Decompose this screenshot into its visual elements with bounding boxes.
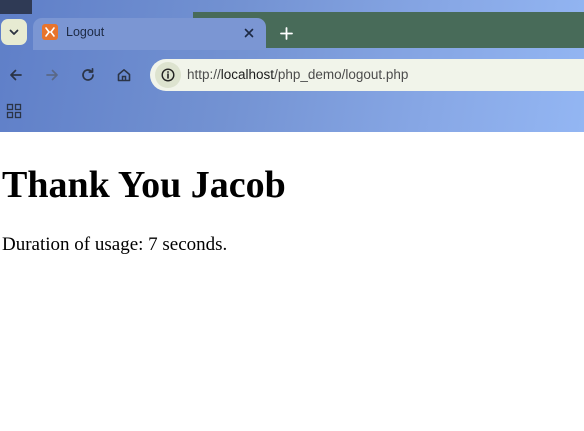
arrow-right-icon (46, 69, 58, 81)
home-icon (117, 69, 131, 82)
home-button[interactable] (110, 61, 138, 89)
info-icon (161, 68, 175, 82)
xampp-icon (42, 24, 58, 40)
page-content: Thank You Jacob Duration of usage: 7 sec… (0, 132, 584, 431)
forward-button[interactable] (38, 61, 66, 89)
reload-icon (82, 67, 94, 81)
reload-button[interactable] (74, 61, 102, 89)
url-text[interactable]: http://localhost/php_demo/logout.php (187, 67, 408, 82)
tab-logout[interactable]: Logout (33, 18, 266, 50)
new-tab-button[interactable] (274, 21, 298, 45)
browser-chrome: Logout http://localhost/php_demo/logout.… (0, 0, 584, 132)
tab-search-button[interactable] (1, 19, 27, 45)
close-icon[interactable] (240, 24, 258, 42)
apps-button[interactable] (4, 101, 24, 121)
tabstrip-corner (0, 0, 32, 14)
url-path: /php_demo/logout.php (274, 67, 409, 82)
arrow-left-icon (10, 69, 22, 81)
apps-grid-icon (6, 103, 22, 119)
back-button[interactable] (2, 61, 30, 89)
site-info-button[interactable] (155, 62, 181, 88)
address-bar[interactable]: http://localhost/php_demo/logout.php (150, 59, 584, 91)
usage-duration-text: Duration of usage: 7 seconds. (2, 234, 228, 255)
url-scheme: http:// (187, 67, 221, 82)
plus-icon (279, 26, 293, 40)
tab-title: Logout (66, 25, 105, 39)
url-host: localhost (220, 67, 275, 82)
chevron-down-icon (9, 29, 19, 35)
page-heading: Thank You Jacob (2, 164, 286, 206)
